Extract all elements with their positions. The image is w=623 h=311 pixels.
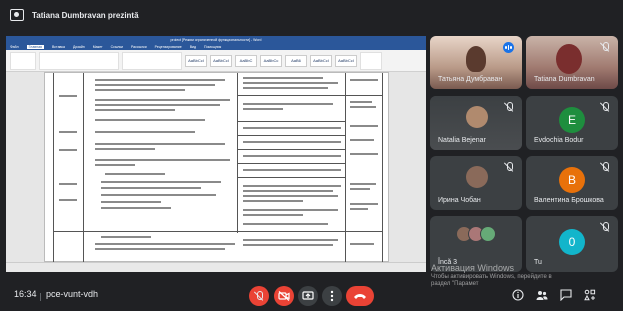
style-item: AaBbCcI	[210, 54, 232, 67]
editing-group	[360, 51, 382, 70]
document-area	[6, 72, 426, 263]
camera-off-icon	[278, 291, 290, 301]
participant-tile[interactable]: Natalia Bejenar	[430, 96, 522, 150]
participant-tile[interactable]: Ирина Чобан	[430, 156, 522, 210]
participant-name: Татьяна Думбраван	[438, 76, 503, 83]
word-menu-item: Рецензирование	[154, 45, 182, 49]
presenter-bar: Tatiana Dumbravan prezintă	[0, 0, 623, 30]
participant-avatar: В	[559, 167, 585, 193]
people-icon[interactable]	[536, 289, 548, 301]
mic-off-icon	[504, 162, 514, 172]
participant-photo	[466, 106, 488, 128]
participant-photo	[466, 166, 488, 188]
participant-tile[interactable]: В Валентина Брошкова	[526, 156, 618, 210]
more-options-button[interactable]	[322, 286, 342, 306]
chat-icon[interactable]	[560, 289, 572, 301]
word-menu-item: Вставка	[51, 45, 65, 49]
meeting-time: 16:34	[14, 289, 37, 299]
participant-name: Natalia Bejenar	[438, 137, 486, 144]
participant-tile[interactable]: Tatiana Dumbravan	[526, 36, 618, 89]
participant-name: Tatiana Dumbravan	[534, 76, 595, 83]
present-button[interactable]	[298, 286, 318, 306]
word-menu-item: Рассылки	[130, 45, 147, 49]
word-menu-item: Макет	[92, 45, 103, 49]
more-vert-icon	[330, 290, 334, 302]
presenter-label: Tatiana Dumbravan prezintă	[32, 10, 139, 20]
participant-silhouette	[466, 46, 486, 72]
info-icon[interactable]	[512, 289, 524, 301]
participant-silhouette	[556, 44, 582, 74]
participant-name: Валентина Брошкова	[534, 197, 604, 204]
participant-tile[interactable]: E Evdochia Bodur	[526, 96, 618, 150]
word-menu-item: Ссылки	[110, 45, 123, 49]
mic-toggle-button[interactable]	[249, 286, 269, 306]
participant-avatar: E	[559, 107, 585, 133]
style-item: AaBbCc	[260, 54, 282, 67]
leave-call-button[interactable]	[346, 286, 374, 306]
meeting-controls-bar: 16:34 pce-vunt-vdh	[0, 280, 623, 311]
clipboard-group	[10, 51, 36, 70]
meeting-code: pce-vunt-vdh	[46, 289, 99, 299]
mic-off-icon	[600, 162, 610, 172]
style-item: AaBbCcI	[185, 54, 207, 67]
word-ribbon: AaBbCcI AaBbCcI AaBbC AaBbCc AaB6 AaBbCc…	[6, 50, 426, 72]
style-item: AaBbCcI	[335, 54, 357, 67]
mic-off-icon	[600, 42, 610, 52]
camera-toggle-button[interactable]	[274, 286, 294, 306]
word-title: proiect [Режим ограниченной функциональн…	[6, 36, 426, 44]
mic-off-icon	[600, 102, 610, 112]
participant-thumb	[480, 226, 496, 242]
word-menu-item: Дизайн	[72, 45, 85, 49]
present-icon	[302, 291, 314, 300]
mic-off-icon	[504, 102, 514, 112]
participant-name: Ирина Чобан	[438, 197, 481, 204]
word-menu-item: Главная	[26, 45, 44, 49]
watermark-title: Активация Windows	[431, 263, 514, 273]
participant-tile[interactable]: Татьяна Думбраван	[430, 36, 522, 89]
hang-up-icon	[354, 294, 366, 299]
participant-avatar: 0	[559, 229, 585, 255]
divider	[40, 293, 41, 301]
word-menu-item: Файл	[10, 45, 19, 49]
document-page	[44, 72, 389, 263]
activities-icon[interactable]	[584, 289, 596, 301]
speaking-indicator-icon	[503, 42, 514, 53]
paragraph-group	[122, 51, 182, 70]
style-item: AaBbC	[235, 54, 257, 67]
mic-off-icon	[254, 291, 264, 301]
style-item: AaB6	[285, 54, 307, 67]
participant-name: Evdochia Bodur	[534, 137, 584, 144]
word-menu-item: Вид	[189, 45, 197, 49]
word-statusbar	[6, 262, 426, 272]
word-menu-item: Помощник	[204, 45, 222, 49]
present-screen-icon	[10, 9, 24, 21]
style-item: AaBbCcI	[310, 54, 332, 67]
font-group	[39, 51, 119, 70]
shared-screen: proiect [Режим ограниченной функциональн…	[6, 36, 426, 272]
mic-off-icon	[600, 222, 610, 232]
